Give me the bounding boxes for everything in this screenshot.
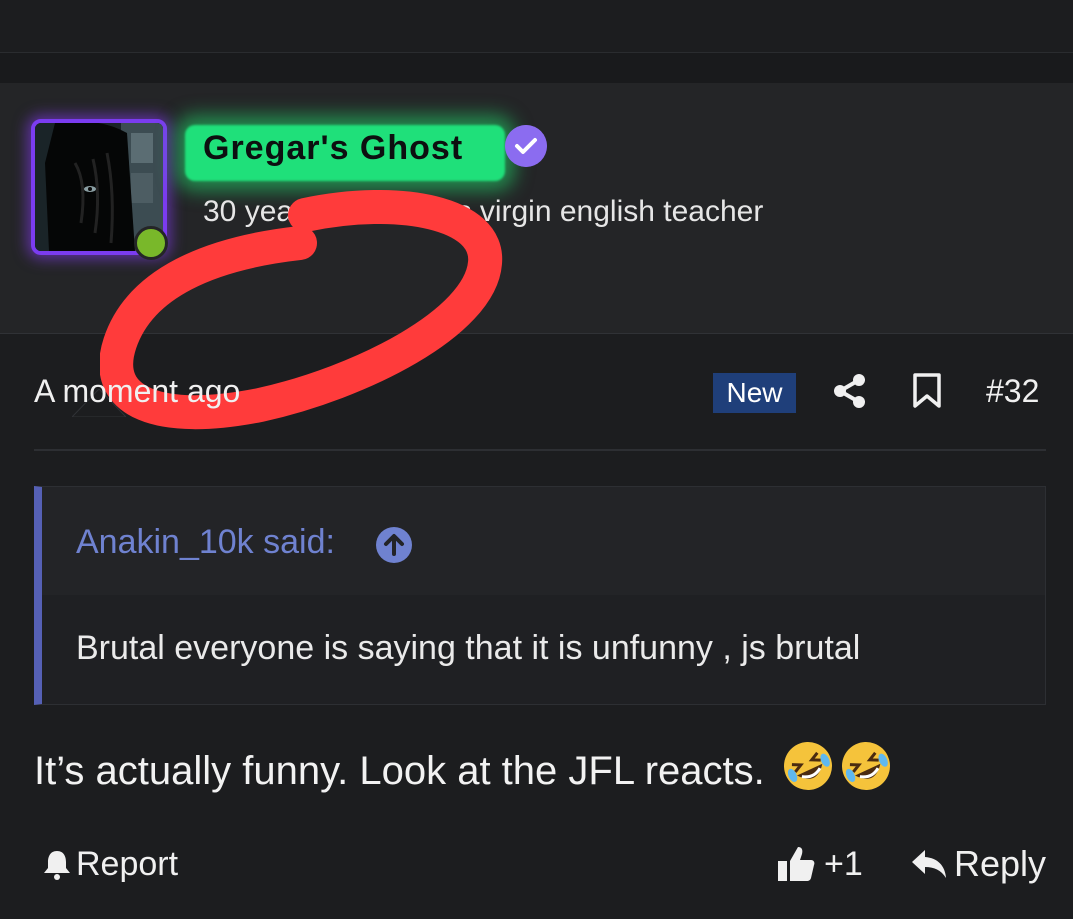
post-timestamp[interactable]: A moment ago [34, 373, 240, 410]
rolling-on-floor-laughing-icon [841, 742, 890, 790]
divider [34, 449, 1046, 451]
report-label: Report [76, 844, 179, 883]
verified-check-icon [505, 125, 547, 167]
previous-post-tail [0, 0, 1073, 53]
user-title: 30 year old dateless virgin english teac… [203, 195, 764, 228]
quote-author-link[interactable]: Anakin_10k said: [76, 523, 335, 562]
post-number-link[interactable]: #32 [986, 373, 1039, 410]
quote-header: Anakin_10k said: [42, 487, 1045, 595]
arrow-up-circle-icon[interactable] [376, 527, 412, 563]
reply-button[interactable]: Reply [910, 843, 1047, 884]
like-count: +1 [824, 844, 863, 883]
quote-block: Anakin_10k said: Brutal everyone is sayi… [34, 486, 1046, 705]
rolling-on-floor-laughing-icon [783, 742, 832, 790]
report-button[interactable]: Report [42, 844, 178, 884]
post-footer: Report +1 Reply [0, 830, 1073, 910]
post-meta-row: A moment ago New #32 [0, 335, 1073, 450]
post-message-text: It’s actually funny. Look at the JFL rea… [34, 749, 765, 793]
like-button[interactable]: +1 [776, 844, 863, 884]
post-user-header: Gregar's Ghost 30 year old dateless virg… [0, 83, 1073, 430]
reply-arrow-icon [912, 850, 946, 878]
quote-body: Brutal everyone is saying that it is unf… [42, 595, 1045, 704]
thumbs-up-icon [778, 847, 815, 881]
post-separator [0, 53, 1073, 83]
bell-icon [44, 851, 70, 880]
username[interactable]: Gregar's Ghost [203, 129, 463, 168]
bookmark-icon[interactable] [912, 373, 942, 409]
reply-label: Reply [954, 843, 1047, 884]
new-badge: New [713, 373, 796, 413]
quote-text: Brutal everyone is saying that it is unf… [76, 629, 861, 667]
online-status-icon [134, 226, 168, 260]
share-icon[interactable] [832, 373, 868, 409]
post-message: It’s actually funny. Look at the JFL rea… [34, 740, 892, 794]
